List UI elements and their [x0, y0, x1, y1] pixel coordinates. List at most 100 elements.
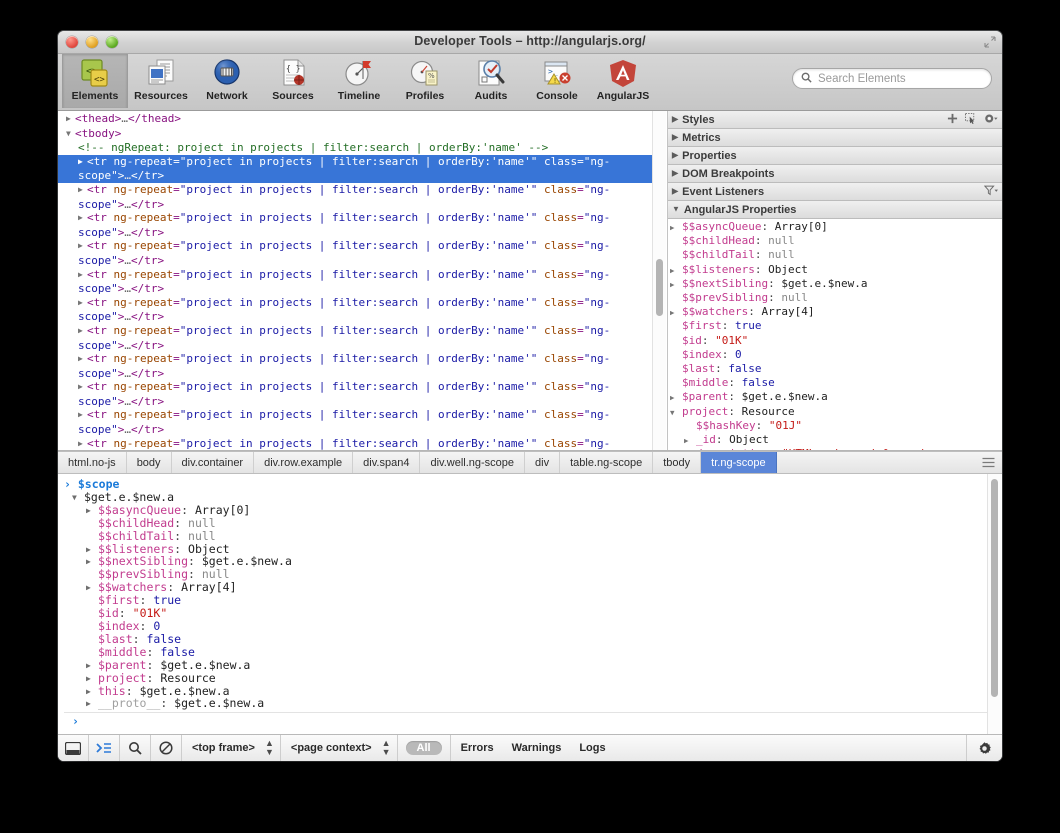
chevron-right-icon[interactable]: ▶	[670, 391, 675, 405]
chevron-right-icon[interactable]	[78, 183, 87, 197]
search-elements-box[interactable]	[792, 68, 992, 89]
breadcrumb-item[interactable]: body	[127, 452, 172, 473]
console-property-row[interactable]: $id: "01K"	[64, 607, 988, 620]
dom-tree-scrollbar[interactable]	[652, 111, 666, 450]
dom-tree-node[interactable]: <tr ng-repeat="project in projects | fil…	[58, 296, 653, 324]
chevron-right-icon[interactable]	[78, 211, 87, 225]
chevron-right-icon[interactable]: ▶	[86, 698, 91, 711]
property-row[interactable]: ▶ $$asyncQueue: Array[0]	[668, 220, 1002, 234]
toolbar-item-elements[interactable]: <> <> Elements	[62, 54, 128, 108]
console-prompt[interactable]: ›	[64, 712, 988, 728]
breadcrumb-item[interactable]: tbody	[653, 452, 702, 473]
toolbar-item-sources[interactable]: { } Sources	[260, 54, 326, 108]
dom-tree-node[interactable]: <tr ng-repeat="project in projects | fil…	[58, 352, 653, 380]
filter-logs-button[interactable]: Logs	[579, 742, 605, 754]
dom-tree-node[interactable]: <tr ng-repeat="project in projects | fil…	[58, 437, 653, 450]
settings-icon[interactable]	[984, 113, 998, 127]
toolbar-item-resources[interactable]: Resources	[128, 54, 194, 108]
dom-tree-node[interactable]: <tbody>	[58, 127, 653, 142]
chevron-right-icon[interactable]: ▶	[670, 306, 675, 320]
dom-tree-node[interactable]: <tr ng-repeat="project in projects | fil…	[58, 183, 653, 211]
sidebar-section-event-listeners[interactable]: ▶ Event Listeners	[668, 183, 1002, 201]
console-output[interactable]: › $scope ▼ $get.e.$new.a ▶ $$asyncQueue: Arr…	[58, 474, 988, 734]
chevron-right-icon[interactable]	[78, 296, 87, 310]
console-property-row[interactable]: ▶ $$watchers: Array[4]	[64, 581, 988, 594]
search-input[interactable]	[816, 71, 983, 86]
filter-icon[interactable]	[983, 185, 998, 199]
property-row[interactable]: ▶ $$nextSibling: $get.e.$new.a	[668, 277, 1002, 291]
hamburger-icon[interactable]	[975, 452, 1002, 473]
console-drawer-icon[interactable]	[89, 735, 120, 761]
dom-tree-list[interactable]: <thead>…</thead><tbody><!-- ngRepeat: pr…	[58, 111, 653, 450]
add-style-icon[interactable]	[947, 113, 958, 127]
dock-panel-icon[interactable]	[58, 735, 89, 761]
dom-tree-node[interactable]: <thead>…</thead>	[58, 112, 653, 127]
find-icon[interactable]	[120, 735, 151, 761]
property-row[interactable]: ▶ _id: Object	[668, 433, 1002, 447]
property-row[interactable]: $$childHead: null	[668, 234, 1002, 248]
toolbar-item-audits[interactable]: Audits	[458, 54, 524, 108]
chevron-right-icon[interactable]	[78, 352, 87, 366]
dom-tree-node[interactable]: <tr ng-repeat="project in projects | fil…	[58, 211, 653, 239]
breadcrumb-item[interactable]: div.span4	[353, 452, 421, 473]
sidebar-section-dom-breakpoints[interactable]: ▶ DOM Breakpoints	[668, 165, 1002, 183]
chevron-right-icon[interactable]	[66, 112, 75, 126]
chevron-right-icon[interactable]	[78, 437, 87, 450]
chevron-right-icon[interactable]	[78, 408, 87, 422]
property-row[interactable]: $first: true	[668, 319, 1002, 333]
property-row[interactable]: $$hashKey: "01J"	[668, 419, 1002, 433]
chevron-right-icon[interactable]	[78, 268, 87, 282]
breadcrumb-item[interactable]: table.ng-scope	[560, 452, 654, 473]
property-row[interactable]: ▶ $parent: $get.e.$new.a	[668, 390, 1002, 404]
sidebar-section-angularjs-properties[interactable]: ▼ AngularJS Properties	[668, 201, 1002, 219]
filter-warnings-button[interactable]: Warnings	[512, 742, 562, 754]
dom-tree-node[interactable]: <tr ng-repeat="project in projects | fil…	[58, 154, 653, 183]
scrollbar-thumb[interactable]	[656, 259, 663, 316]
angularjs-properties-list[interactable]: ▶ $$asyncQueue: Array[0] $$childHead: null…	[668, 219, 1002, 450]
chevron-right-icon[interactable]	[78, 380, 87, 394]
console-property-row[interactable]: $first: true	[64, 594, 988, 607]
dom-tree-node[interactable]: <tr ng-repeat="project in projects | fil…	[58, 324, 653, 352]
dom-tree-node[interactable]: <tr ng-repeat="project in projects | fil…	[58, 239, 653, 267]
sidebar-section-metrics[interactable]: ▶ Metrics	[668, 129, 1002, 147]
chevron-right-icon[interactable]: ▶	[670, 278, 675, 292]
breadcrumb-item[interactable]: div.well.ng-scope	[420, 452, 526, 473]
settings-gear-icon[interactable]	[966, 735, 1002, 761]
console-property-row[interactable]: $index: 0	[64, 620, 988, 633]
chevron-right-icon[interactable]: ▶	[684, 434, 689, 448]
chevron-right-icon[interactable]: ▶	[670, 221, 675, 235]
chevron-right-icon[interactable]	[78, 155, 87, 169]
element-state-icon[interactable]	[965, 112, 977, 127]
context-selector[interactable]: <page context> ▲ ▼	[281, 735, 398, 761]
clear-console-icon[interactable]	[151, 735, 182, 761]
chevron-right-icon[interactable]: ▶	[670, 264, 675, 278]
toolbar-item-angularjs[interactable]: AngularJS	[590, 54, 656, 108]
property-row[interactable]: $last: false	[668, 362, 1002, 376]
dom-tree-node[interactable]: <tr ng-repeat="project in projects | fil…	[58, 268, 653, 296]
property-row[interactable]: $id: "01K"	[668, 334, 1002, 348]
dom-tree-node[interactable]: <tr ng-repeat="project in projects | fil…	[58, 408, 653, 436]
property-row[interactable]: ▶ $$listeners: Object	[668, 263, 1002, 277]
console-property-row[interactable]: $last: false	[64, 632, 988, 646]
dom-tree-node[interactable]: <tr ng-repeat="project in projects | fil…	[58, 380, 653, 408]
breadcrumb-item[interactable]: html.no-js	[58, 452, 127, 473]
toolbar-item-profiles[interactable]: % Profiles	[392, 54, 458, 108]
chevron-down-icon[interactable]	[66, 127, 75, 141]
breadcrumb-item[interactable]: div.container	[172, 452, 255, 473]
property-row[interactable]: $$prevSibling: null	[668, 291, 1002, 305]
property-row[interactable]: ▶ $$watchers: Array[4]	[668, 305, 1002, 319]
property-row[interactable]: $$childTail: null	[668, 248, 1002, 262]
scrollbar-thumb[interactable]	[991, 479, 998, 697]
breadcrumb-item[interactable]: div.row.example	[254, 452, 354, 473]
property-row[interactable]: ▼ project: Resource	[668, 405, 1002, 419]
chevron-right-icon[interactable]	[78, 324, 87, 338]
toolbar-item-network[interactable]: Network	[194, 54, 260, 108]
resize-icon[interactable]	[984, 36, 996, 48]
frame-selector[interactable]: <top frame> ▲ ▼	[182, 735, 281, 761]
sidebar-section-styles[interactable]: ▶ Styles	[668, 111, 1002, 129]
property-row[interactable]: $middle: false	[668, 376, 1002, 390]
breadcrumb-item[interactable]: tr.ng-scope	[701, 452, 777, 473]
console-scrollbar[interactable]	[987, 474, 1001, 734]
filter-all-button[interactable]: All	[405, 741, 442, 755]
console-input-line[interactable]: › $scope	[64, 478, 988, 491]
